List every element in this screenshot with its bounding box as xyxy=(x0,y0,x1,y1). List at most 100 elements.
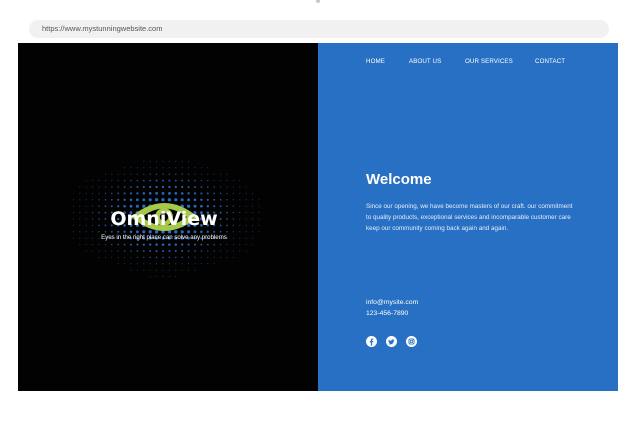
halftone-dot xyxy=(174,185,177,189)
halftone-dot xyxy=(161,249,165,253)
halftone-dot xyxy=(161,185,165,189)
halftone-dot xyxy=(181,185,184,189)
halftone-dot xyxy=(104,186,106,188)
halftone-dot xyxy=(239,244,241,246)
nav-about-us[interactable]: ABOUT US xyxy=(409,58,441,65)
halftone-dot xyxy=(187,243,190,246)
halftone-dot xyxy=(98,199,100,201)
halftone-dot xyxy=(143,173,145,175)
halftone-dot xyxy=(245,205,247,207)
halftone-dot xyxy=(142,192,146,195)
halftone-dot xyxy=(79,237,81,239)
halftone-dot xyxy=(175,167,177,169)
instagram-icon[interactable] xyxy=(406,336,417,347)
facebook-icon[interactable] xyxy=(366,336,377,347)
halftone-dot xyxy=(220,180,222,182)
halftone-dot xyxy=(136,179,139,182)
halftone-dot xyxy=(194,179,196,182)
halftone-dot xyxy=(161,243,165,246)
browser-frame: https://www.mystunningwebsite.com OmniVi… xyxy=(18,14,618,391)
halftone-dot xyxy=(168,243,171,246)
halftone-dot xyxy=(200,250,203,252)
halftone-dot xyxy=(72,212,74,214)
halftone-dot xyxy=(258,205,260,207)
halftone-dot xyxy=(194,269,196,271)
nav-contact[interactable]: CONTACT xyxy=(535,58,565,65)
halftone-dot xyxy=(239,250,241,252)
halftone-dot xyxy=(98,237,100,239)
halftone-dot xyxy=(143,263,145,265)
halftone-dot xyxy=(155,192,159,195)
halftone-dot xyxy=(156,263,158,265)
halftone-dot xyxy=(187,192,190,195)
halftone-dot xyxy=(220,186,222,188)
halftone-dot xyxy=(149,160,151,162)
halftone-dot xyxy=(219,205,222,208)
halftone-dot xyxy=(232,218,235,220)
nav-home[interactable]: HOME xyxy=(366,58,385,65)
halftone-dot xyxy=(72,199,74,201)
halftone-dot xyxy=(130,173,132,175)
halftone-dot xyxy=(142,230,146,234)
halftone-dot xyxy=(226,256,228,258)
halftone-dot xyxy=(232,180,234,182)
halftone-dot xyxy=(104,199,107,201)
content-panel: HOME ABOUT US OUR SERVICES CONTACT Welco… xyxy=(318,43,618,391)
halftone-dot xyxy=(117,180,119,182)
halftone-dot xyxy=(220,250,222,252)
twitter-icon[interactable] xyxy=(386,336,397,347)
address-bar[interactable]: https://www.mystunningwebsite.com xyxy=(29,20,609,38)
halftone-dot xyxy=(175,173,177,175)
halftone-dot xyxy=(213,205,216,208)
halftone-dot xyxy=(136,198,139,202)
halftone-dot xyxy=(155,179,158,182)
halftone-dot xyxy=(252,212,254,214)
halftone-dot xyxy=(245,218,247,220)
halftone-dot xyxy=(245,192,247,194)
halftone-dot xyxy=(174,249,177,253)
halftone-dot xyxy=(245,212,247,214)
halftone-dot xyxy=(123,230,126,233)
halftone-dot xyxy=(98,224,100,227)
halftone-dot xyxy=(168,179,171,182)
halftone-dot xyxy=(162,256,164,259)
halftone-dot xyxy=(142,179,145,182)
halftone-dot xyxy=(252,199,254,201)
halftone-dot xyxy=(104,180,106,182)
halftone-dot xyxy=(252,192,254,194)
halftone-dot xyxy=(200,186,203,188)
halftone-dot xyxy=(110,230,113,233)
contact-email[interactable]: info@mysite.com xyxy=(366,299,418,306)
halftone-dot xyxy=(239,192,241,194)
halftone-dot xyxy=(180,230,184,234)
halftone-dot xyxy=(232,256,234,258)
halftone-dot xyxy=(148,198,152,202)
halftone-dot xyxy=(213,192,216,195)
halftone-dot xyxy=(104,256,106,258)
halftone-dot xyxy=(168,167,170,169)
halftone-dot xyxy=(181,173,183,175)
halftone-dot xyxy=(232,199,234,201)
halftone-dot xyxy=(92,180,94,182)
halftone-dot xyxy=(156,269,158,271)
halftone-dot xyxy=(213,173,215,175)
halftone-dot xyxy=(206,192,209,195)
halftone-dot xyxy=(181,263,183,265)
halftone-dot xyxy=(207,173,209,175)
halftone-dot xyxy=(181,179,184,182)
halftone-dot xyxy=(92,205,94,207)
nav-our-services[interactable]: OUR SERVICES xyxy=(465,58,513,65)
halftone-dot xyxy=(135,230,139,234)
halftone-dot xyxy=(207,180,209,182)
halftone-dot xyxy=(232,211,235,214)
halftone-dot xyxy=(117,186,119,188)
halftone-dot xyxy=(148,230,152,234)
halftone-dot xyxy=(207,167,209,169)
logo-wordmark: OmniView xyxy=(110,208,217,230)
halftone-dot xyxy=(117,173,119,175)
halftone-dot xyxy=(130,250,132,252)
halftone-dot xyxy=(207,186,209,188)
halftone-dot xyxy=(98,256,100,258)
halftone-dot xyxy=(104,224,107,227)
halftone-dot xyxy=(72,224,74,226)
